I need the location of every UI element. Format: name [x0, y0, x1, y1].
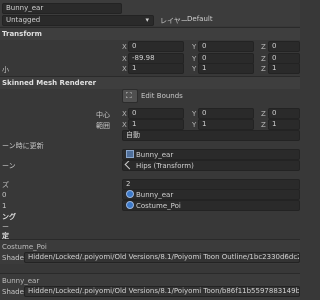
position-x-axis: X [122, 43, 127, 51]
edit-bounds-button[interactable]: ⛶ [122, 89, 138, 103]
material-icon [126, 190, 134, 198]
material-header[interactable]: Costume_Poi Shader Hidden/Locked/.poiyom… [0, 240, 300, 264]
root-bone-value: Hips (Transform) [136, 162, 194, 170]
chevron-down-icon: ▾ [145, 16, 149, 24]
bounds-icon: ⛶ [126, 91, 132, 100]
scale-x-axis: X [122, 65, 127, 73]
mesh-icon [126, 150, 134, 158]
element-0-label: 0 [2, 191, 7, 199]
element-1-label: 1 [2, 202, 7, 210]
root-bone-field[interactable]: Hips (Transform) [122, 160, 300, 171]
material-name: Costume_Poi [2, 243, 47, 251]
extent-z-field[interactable]: 1 [268, 119, 300, 130]
mesh-value: Bunny_ear [136, 151, 174, 159]
scale-x-field[interactable]: 1 [128, 63, 184, 74]
extent-label: 範囲 [96, 122, 110, 130]
update-offscreen-label: ーン時に更新 [2, 142, 44, 150]
scale-y-field[interactable]: 1 [198, 63, 254, 74]
smr-header[interactable]: Skinned Mesh Renderer [0, 77, 300, 89]
lighting-label: ング [2, 213, 16, 221]
scale-z-axis: Z [261, 65, 266, 73]
element-1-value: Costume_Poi [136, 202, 181, 210]
element-0-value: Bunny_ear [136, 191, 174, 199]
center-x-field[interactable]: 0 [128, 108, 184, 119]
transform-icon [124, 161, 135, 170]
transform-header[interactable]: Transform [0, 28, 300, 40]
size-label: ズ [2, 181, 9, 189]
extent-y-field[interactable]: 1 [198, 119, 254, 130]
scale-z-field[interactable]: 1 [268, 63, 300, 74]
center-x-axis: X [122, 110, 127, 118]
position-z-axis: Z [261, 43, 266, 51]
scale-y-axis: Y [192, 65, 197, 73]
tag-value: Untagged [6, 16, 41, 24]
extent-x-field[interactable]: 1 [128, 119, 184, 130]
material-header[interactable]: Bunny_ear Shader Hidden/Locked/.poiyomi/… [0, 274, 300, 300]
center-y-axis: Y [192, 110, 197, 118]
rotation-x-axis: X [122, 55, 127, 63]
element-1-field[interactable]: Costume_Poi [122, 200, 300, 211]
shader-dropdown[interactable]: Hidden/Locked/.poiyomi/Old Versions/8.1/… [24, 286, 300, 297]
smr-title: Skinned Mesh Renderer [2, 79, 97, 87]
center-z-axis: Z [261, 110, 266, 118]
quality-dropdown[interactable]: 自動 [122, 130, 300, 141]
extent-x-axis: X [122, 121, 127, 129]
rotation-y-axis: Y [192, 55, 197, 63]
shader-dropdown[interactable]: Hidden/Locked/.poiyomi/Old Versions/8.1/… [24, 252, 300, 263]
material-name: Bunny_ear [2, 277, 40, 285]
center-label: 中心 [96, 111, 110, 119]
layer-value: Default [187, 15, 213, 23]
position-y-axis: Y [192, 43, 197, 51]
scale-label: 小 [2, 66, 9, 74]
mesh-field[interactable]: Bunny_ear [122, 149, 300, 160]
transform-title: Transform [2, 30, 42, 38]
object-name-field[interactable]: Bunny_ear [2, 3, 122, 14]
root-bone-label: ーン [2, 162, 16, 170]
tag-dropdown[interactable]: Untagged ▾ [2, 15, 154, 26]
extent-z-axis: Z [261, 121, 266, 129]
center-y-field[interactable]: 0 [198, 108, 254, 119]
position-x-field[interactable]: 0 [128, 41, 184, 52]
extent-y-axis: Y [192, 121, 197, 129]
rotation-z-axis: Z [261, 55, 266, 63]
position-y-field[interactable]: 0 [198, 41, 254, 52]
material-icon [126, 201, 134, 209]
center-z-field[interactable]: 0 [268, 108, 300, 119]
position-z-field[interactable]: 0 [268, 41, 300, 52]
layer-dropdown[interactable]: Default [184, 15, 300, 26]
element-0-field[interactable]: Bunny_ear [122, 189, 300, 200]
edit-bounds-label: Edit Bounds [141, 92, 183, 100]
